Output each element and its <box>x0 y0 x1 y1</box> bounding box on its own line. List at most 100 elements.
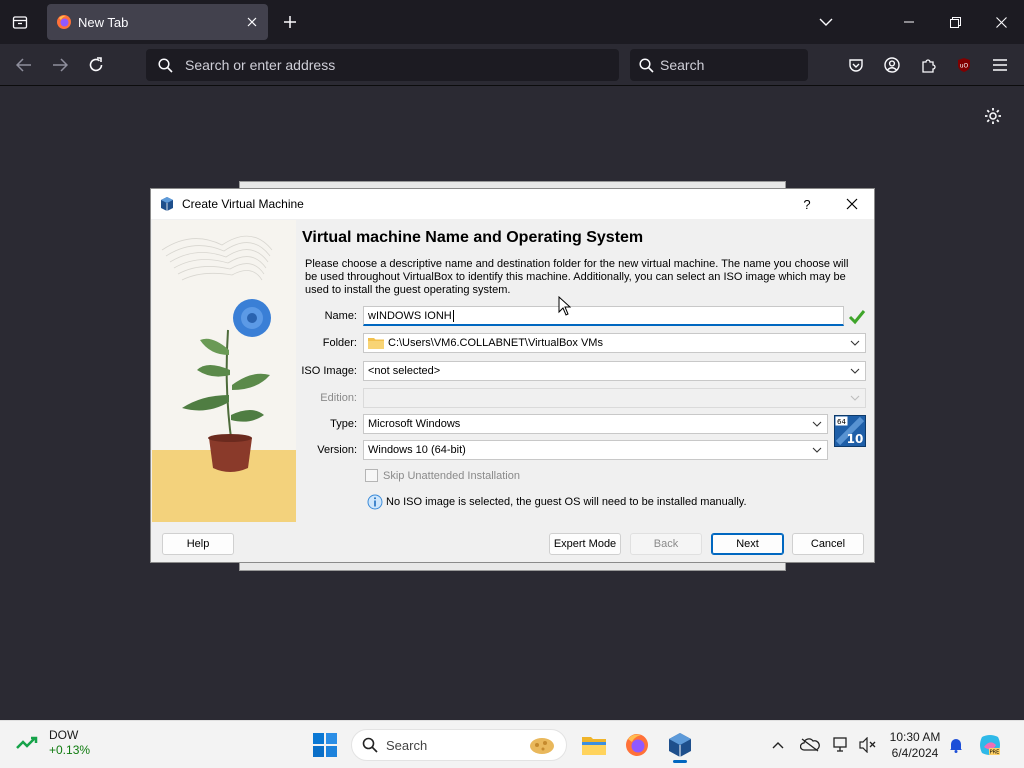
info-text: No ISO image is selected, the guest OS w… <box>386 496 747 508</box>
iso-select[interactable]: <not selected> <box>363 361 866 381</box>
restore-icon[interactable] <box>932 0 978 44</box>
taskbar-clock[interactable]: 10:30 AM 6/4/2024 <box>880 729 950 761</box>
context-help-button[interactable]: ? <box>791 192 823 216</box>
file-explorer-icon[interactable] <box>576 727 612 763</box>
version-label: Version: <box>317 444 357 456</box>
os-badge-version: 10 <box>847 432 864 446</box>
chevron-down-icon <box>849 337 861 349</box>
checkbox-box <box>365 469 378 482</box>
tab-new-tab[interactable]: New Tab <box>47 4 268 40</box>
folder-select[interactable]: C:\Users\VM6.COLLABNET\VirtualBox VMs <box>363 333 866 353</box>
text-caret <box>452 309 454 322</box>
name-input[interactable]: wINDOWS IONH <box>363 306 844 326</box>
taskbar-search-placeholder: Search <box>386 737 428 753</box>
cancel-button[interactable]: Cancel <box>792 533 864 555</box>
folder-label: Folder: <box>322 337 357 349</box>
close-icon[interactable] <box>834 192 870 216</box>
version-select[interactable]: Windows 10 (64-bit) <box>363 440 828 460</box>
type-select[interactable]: Microsoft Windows <box>363 414 828 434</box>
ublock-origin-icon[interactable]: uO <box>949 50 979 80</box>
url-placeholder: Search or enter address <box>185 57 336 73</box>
stock-change: +0.13% <box>49 743 91 757</box>
stock-name: DOW <box>49 728 79 742</box>
close-tab-icon[interactable] <box>240 10 264 34</box>
page-heading: Virtual machine Name and Operating Syste… <box>302 229 644 246</box>
notification-bell-icon[interactable] <box>944 733 968 757</box>
skip-unattended-checkbox: Skip Unattended Installation <box>365 469 520 482</box>
name-label: Name: <box>324 310 357 322</box>
windows-start-icon[interactable] <box>312 732 338 758</box>
firefox-icon[interactable] <box>619 727 655 763</box>
firefox-icon <box>57 15 71 29</box>
pocket-icon[interactable] <box>841 50 871 80</box>
info-message: No ISO image is selected, the guest OS w… <box>367 494 747 510</box>
search-icon <box>158 57 173 73</box>
next-button[interactable]: Next <box>711 533 784 555</box>
mouse-cursor-icon <box>558 296 571 316</box>
page-description: Please choose a descriptive name and des… <box>305 258 849 296</box>
search-placeholder: Search <box>660 57 705 73</box>
windows-10-os-icon: 64 10 <box>834 415 866 447</box>
search-highlight-icon <box>530 738 554 754</box>
extensions-icon[interactable] <box>913 50 943 80</box>
virtualbox-taskbar-icon[interactable] <box>662 727 698 763</box>
iso-label: ISO Image: <box>301 365 357 377</box>
wizard-illustration <box>152 220 296 522</box>
search-icon <box>639 57 654 73</box>
account-icon[interactable] <box>877 50 907 80</box>
gear-icon[interactable] <box>980 103 1006 129</box>
valid-check-icon <box>848 310 866 325</box>
windows-taskbar: DOW +0.13% Search 10:30 AM 6/4/2024 PRE <box>0 720 1024 768</box>
clock-date: 6/4/2024 <box>891 746 939 760</box>
minimize-icon[interactable] <box>886 0 932 44</box>
chevron-down-icon <box>811 418 823 430</box>
new-tab-plus-icon[interactable] <box>276 8 304 36</box>
close-window-icon[interactable] <box>978 0 1024 44</box>
version-value: Windows 10 (64-bit) <box>368 444 466 456</box>
active-app-indicator <box>673 760 687 763</box>
stock-widget[interactable]: DOW +0.13% <box>16 728 90 758</box>
back-arrow-icon[interactable] <box>9 50 39 80</box>
expert-mode-button[interactable]: Expert Mode <box>549 533 621 555</box>
create-vm-dialog: Create Virtual Machine ? Virtual machine… <box>150 188 875 563</box>
virtualbox-icon <box>161 197 173 211</box>
edition-label: Edition: <box>320 392 357 404</box>
taskbar-search[interactable]: Search <box>351 729 567 761</box>
skip-unattended-label: Skip Unattended Installation <box>383 469 520 482</box>
tab-title: New Tab <box>78 14 129 30</box>
dialog-titlebar[interactable]: Create Virtual Machine <box>151 189 874 219</box>
chevron-down-icon[interactable] <box>812 8 840 36</box>
type-label: Type: <box>330 418 357 430</box>
type-value: Microsoft Windows <box>368 418 461 430</box>
os-badge-bits: 64 <box>837 418 846 426</box>
svg-text:PRE: PRE <box>990 750 1000 756</box>
tab-list-icon[interactable] <box>6 8 34 36</box>
copilot-icon[interactable]: PRE <box>978 733 1002 757</box>
info-icon <box>367 494 383 510</box>
browser-tabbar: New Tab <box>0 0 1024 44</box>
url-bar[interactable]: Search or enter address <box>146 49 619 81</box>
chevron-up-icon[interactable] <box>766 733 790 757</box>
onedrive-offline-icon[interactable] <box>798 733 822 757</box>
dialog-title: Create Virtual Machine <box>182 197 304 211</box>
browser-navbar: Search or enter address Search uO <box>0 44 1024 86</box>
chevron-down-icon <box>811 444 823 456</box>
name-value: wINDOWS IONH <box>368 309 452 322</box>
clock-time: 10:30 AM <box>889 730 941 744</box>
chevron-down-icon <box>849 392 861 404</box>
reload-icon[interactable] <box>81 50 111 80</box>
folder-value: C:\Users\VM6.COLLABNET\VirtualBox VMs <box>388 337 603 349</box>
edition-select <box>363 388 866 408</box>
folder-icon <box>368 338 384 349</box>
chevron-down-icon <box>849 365 861 377</box>
svg-text:uO: uO <box>960 63 969 70</box>
iso-value: <not selected> <box>368 365 441 377</box>
forward-arrow-icon[interactable] <box>45 50 75 80</box>
stock-trend-icon <box>16 736 38 749</box>
search-bar[interactable]: Search <box>630 49 808 81</box>
volume-muted-icon[interactable] <box>856 733 880 757</box>
network-icon[interactable] <box>830 733 854 757</box>
back-button[interactable]: Back <box>630 533 702 555</box>
menu-hamburger-icon[interactable] <box>985 50 1015 80</box>
help-button[interactable]: Help <box>162 533 234 555</box>
